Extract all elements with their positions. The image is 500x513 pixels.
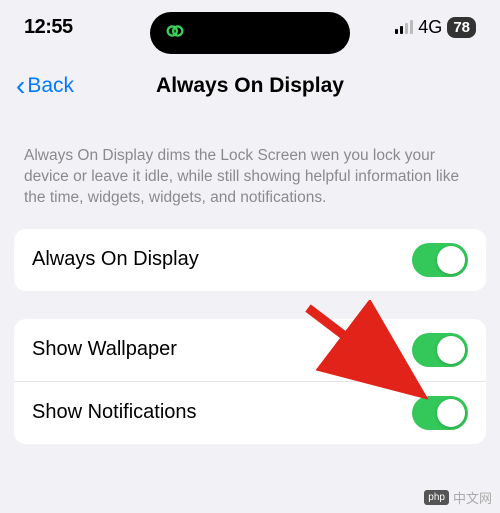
row-label: Always On Display bbox=[32, 248, 199, 271]
page-title: Always On Display bbox=[156, 74, 344, 98]
toggle-knob bbox=[437, 246, 465, 274]
section-description: Always On Display dims the Lock Screen w… bbox=[0, 118, 500, 219]
watermark: php 中文网 bbox=[424, 488, 492, 507]
status-bar: 12:55 4G 78 bbox=[0, 0, 500, 50]
toggle-always-on-display[interactable] bbox=[412, 243, 468, 277]
toggle-knob bbox=[437, 336, 465, 364]
dynamic-island[interactable] bbox=[150, 12, 350, 54]
row-always-on-display: Always On Display bbox=[14, 229, 486, 291]
link-status-icon bbox=[164, 20, 186, 47]
row-label: Show Wallpaper bbox=[32, 338, 177, 361]
row-show-wallpaper: Show Wallpaper bbox=[14, 319, 486, 382]
network-label: 4G bbox=[418, 17, 442, 38]
row-label: Show Notifications bbox=[32, 401, 197, 424]
row-show-notifications: Show Notifications bbox=[14, 382, 486, 444]
watermark-logo: php bbox=[424, 490, 449, 505]
settings-group-main: Always On Display bbox=[14, 229, 486, 291]
toggle-show-notifications[interactable] bbox=[412, 396, 468, 430]
chevron-left-icon: ‹ bbox=[16, 72, 25, 100]
toggle-knob bbox=[437, 399, 465, 427]
nav-header: ‹ Back Always On Display bbox=[0, 50, 500, 118]
status-right: 4G 78 bbox=[395, 17, 476, 38]
back-label: Back bbox=[27, 74, 74, 98]
toggle-show-wallpaper[interactable] bbox=[412, 333, 468, 367]
back-button[interactable]: ‹ Back bbox=[16, 72, 74, 100]
status-time: 12:55 bbox=[24, 16, 73, 39]
settings-group-options: Show Wallpaper Show Notifications bbox=[14, 319, 486, 444]
battery-indicator: 78 bbox=[447, 17, 476, 38]
signal-icon bbox=[395, 20, 413, 34]
watermark-text: 中文网 bbox=[453, 488, 492, 507]
